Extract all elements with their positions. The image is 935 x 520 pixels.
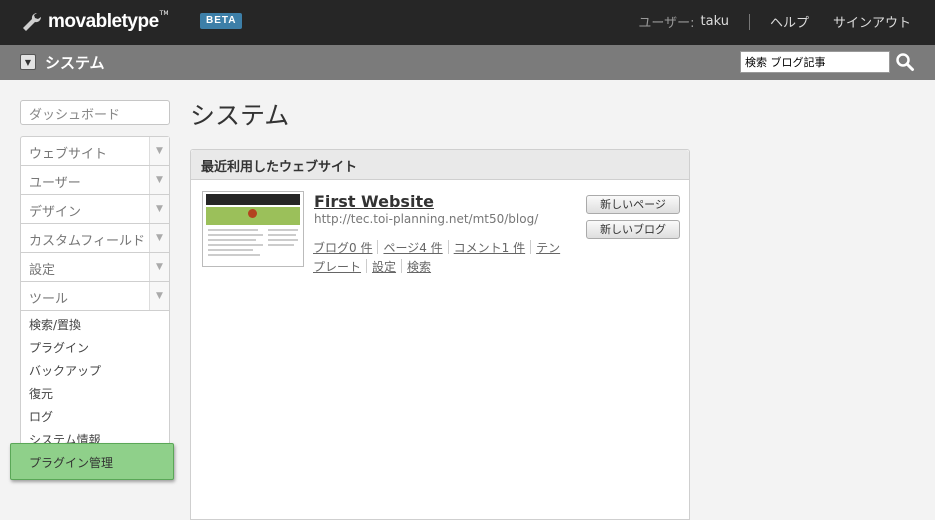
- chevron-down-icon[interactable]: ▼: [149, 137, 169, 165]
- thumbnail-text-line: [268, 229, 298, 231]
- thumbnail-header: [206, 194, 300, 205]
- website-url: http://tec.toi-planning.net/mt50/blog/: [314, 212, 539, 226]
- submenu-item-search-replace[interactable]: 検索/置換: [21, 313, 169, 336]
- triangle-down-icon: ▼: [24, 57, 32, 67]
- divider: [377, 240, 379, 254]
- submenu-item-backup[interactable]: バックアップ: [21, 359, 169, 382]
- beta-badge: BETA: [200, 13, 243, 29]
- recent-websites-widget: 最近利用したウェブサイト First Website http://tec.to…: [190, 149, 690, 520]
- chevron-down-icon[interactable]: ▼: [149, 224, 169, 252]
- chevron-down-icon[interactable]: ▼: [149, 166, 169, 194]
- sidebar-item-custom-fields[interactable]: カスタムフィールド ▼: [20, 223, 170, 252]
- logo-text: movabletype: [48, 11, 159, 32]
- thumbnail-text-line: [268, 244, 294, 246]
- search-link[interactable]: 検索: [407, 260, 431, 274]
- website-links: ブログ0 件ページ4 件コメント1 件テンプレート 設定 検索: [313, 239, 571, 277]
- comments-link[interactable]: コメント1 件: [454, 241, 525, 255]
- thumbnail-text-line: [208, 249, 253, 251]
- wrench-icon: [23, 12, 42, 32]
- divider: [530, 240, 532, 254]
- sidebar-item-label: ツール: [29, 292, 69, 307]
- thumbnail-text-line: [208, 254, 260, 256]
- user-name-link[interactable]: taku: [701, 14, 729, 29]
- divider: [748, 13, 750, 30]
- new-page-button[interactable]: 新しいページ: [586, 195, 680, 214]
- sidebar-item-website[interactable]: ウェブサイト ▼: [20, 136, 170, 165]
- new-blog-button[interactable]: 新しいブログ: [586, 220, 680, 239]
- thumbnail-text-line: [268, 234, 296, 236]
- scope-selector-button[interactable]: ▼: [20, 54, 36, 70]
- search-icon[interactable]: [895, 52, 915, 72]
- thumbnail-text-line: [208, 244, 263, 246]
- sidebar-menu: ウェブサイト ▼ ユーザー ▼ デザイン ▼ カスタムフィールド ▼ 設定 ▼ …: [20, 136, 170, 458]
- website-thumbnail[interactable]: [202, 191, 304, 267]
- sidebar-item-label: 設定: [29, 263, 56, 278]
- tools-submenu: 検索/置換 プラグイン バックアップ 復元 ログ システム情報: [20, 310, 170, 458]
- movabletype-logo[interactable]: movabletype TM: [20, 8, 169, 36]
- signout-link[interactable]: サインアウト: [833, 12, 911, 31]
- chevron-down-icon[interactable]: ▼: [149, 282, 169, 310]
- sidebar-item-tools[interactable]: ツール ▼: [20, 281, 170, 310]
- sidebar-item-label: デザイン: [29, 205, 82, 220]
- sidebar-item-settings[interactable]: 設定 ▼: [20, 252, 170, 281]
- thumbnail-text-line: [208, 229, 258, 231]
- user-menu: ユーザー: taku ヘルプ サインアウト: [638, 12, 911, 31]
- sidebar-item-label: ユーザー: [29, 176, 81, 191]
- help-link[interactable]: ヘルプ: [770, 12, 809, 31]
- search-input[interactable]: [740, 51, 890, 73]
- divider: [366, 259, 368, 273]
- user-label: ユーザー:: [638, 16, 695, 31]
- dashboard-button[interactable]: ダッシュボード: [20, 100, 170, 125]
- settings-link[interactable]: 設定: [372, 260, 396, 274]
- chevron-down-icon[interactable]: ▼: [149, 253, 169, 281]
- thumbnail-text-line: [208, 239, 256, 241]
- logo-trademark: TM: [159, 9, 169, 17]
- pages-link[interactable]: ページ4 件: [383, 241, 442, 255]
- website-name-link[interactable]: First Website: [314, 192, 434, 211]
- chevron-down-icon[interactable]: ▼: [149, 195, 169, 223]
- sidebar-item-users[interactable]: ユーザー ▼: [20, 165, 170, 194]
- submenu-item-log[interactable]: ログ: [21, 405, 169, 428]
- sidebar-item-label: ウェブサイト: [29, 147, 108, 162]
- divider: [447, 240, 449, 254]
- thumbnail-text-line: [268, 239, 298, 241]
- submenu-item-plugins[interactable]: プラグイン: [21, 336, 169, 359]
- plugin-management-item[interactable]: プラグイン管理: [10, 443, 174, 480]
- widget-title: 最近利用したウェブサイト: [191, 150, 689, 180]
- submenu-item-restore[interactable]: 復元: [21, 382, 169, 405]
- thumbnail-ball: [248, 209, 257, 218]
- scope-title: システム: [45, 54, 105, 72]
- divider: [401, 259, 403, 273]
- thumbnail-text-line: [208, 234, 263, 236]
- blogs-link[interactable]: ブログ0 件: [313, 241, 372, 255]
- page-title: システム: [190, 101, 290, 130]
- sidebar-item-design[interactable]: デザイン ▼: [20, 194, 170, 223]
- sidebar-item-label: カスタムフィールド: [29, 234, 145, 249]
